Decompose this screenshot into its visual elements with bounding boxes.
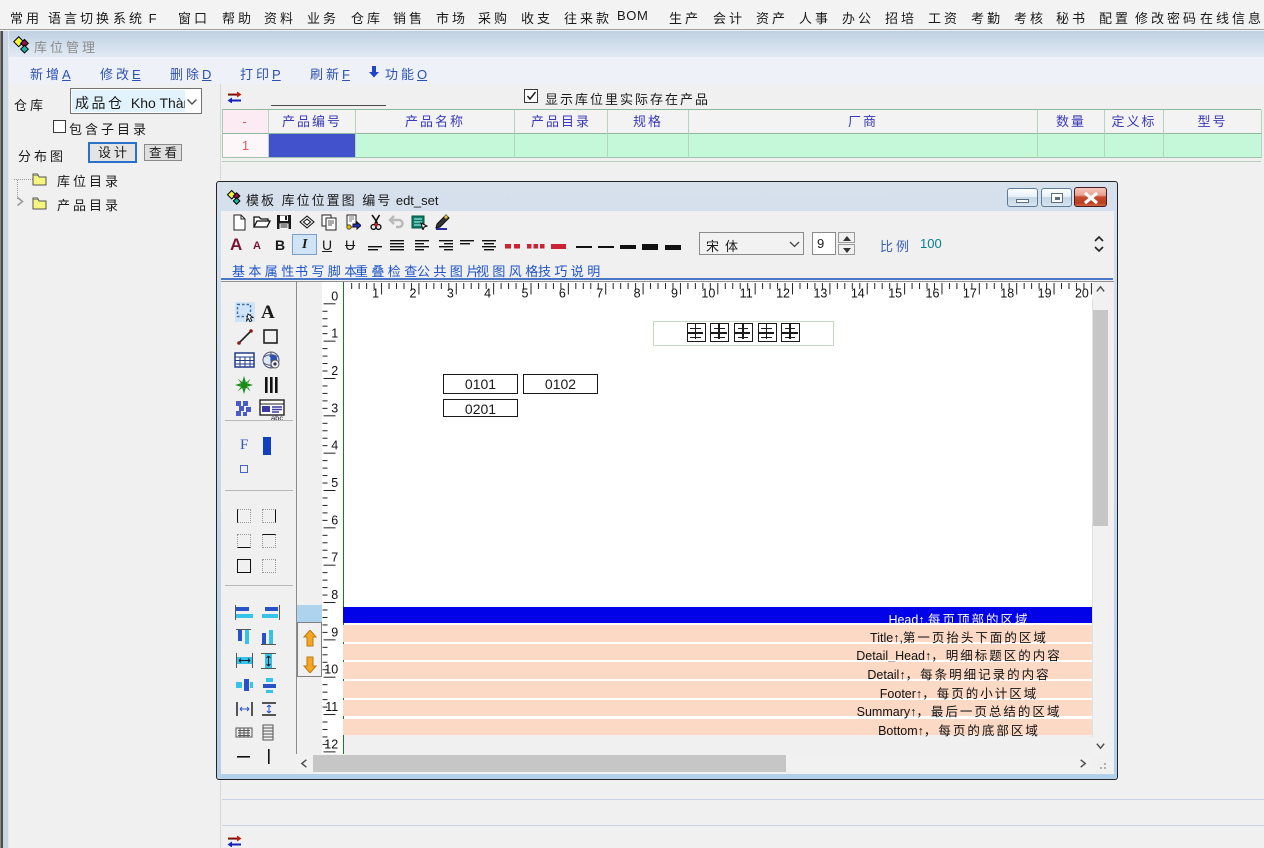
- svg-text:1: 1: [372, 287, 379, 301]
- svg-text:3: 3: [331, 401, 338, 415]
- svg-text:8: 8: [634, 287, 641, 301]
- svg-text:3: 3: [447, 287, 454, 301]
- svg-text:9: 9: [671, 287, 678, 301]
- svg-text:11: 11: [740, 287, 753, 301]
- svg-text:20: 20: [1075, 287, 1089, 301]
- svg-text:6: 6: [559, 287, 566, 301]
- svg-text:9: 9: [331, 625, 338, 639]
- svg-text:19: 19: [1038, 287, 1052, 301]
- svg-text:7: 7: [331, 551, 338, 565]
- svg-text:17: 17: [963, 287, 977, 301]
- svg-text:7: 7: [596, 287, 603, 301]
- svg-text:2: 2: [331, 364, 338, 378]
- svg-text:13: 13: [813, 287, 827, 301]
- svg-text:8: 8: [331, 588, 338, 602]
- svg-text:10: 10: [324, 663, 338, 677]
- svg-text:10: 10: [701, 287, 715, 301]
- svg-text:2: 2: [409, 287, 416, 301]
- svg-text:18: 18: [1000, 287, 1014, 301]
- svg-text:5: 5: [331, 476, 338, 490]
- svg-text:12: 12: [776, 287, 790, 301]
- svg-text:12: 12: [324, 737, 338, 751]
- svg-text:5: 5: [522, 287, 529, 301]
- svg-text:16: 16: [926, 287, 940, 301]
- svg-text:0: 0: [331, 289, 338, 303]
- svg-text:11: 11: [325, 700, 338, 714]
- svg-text:1: 1: [331, 327, 338, 341]
- svg-text:14: 14: [851, 287, 865, 301]
- svg-text:15: 15: [888, 287, 902, 301]
- svg-text:4: 4: [484, 287, 491, 301]
- svg-text:6: 6: [331, 513, 338, 527]
- svg-text:4: 4: [331, 439, 338, 453]
